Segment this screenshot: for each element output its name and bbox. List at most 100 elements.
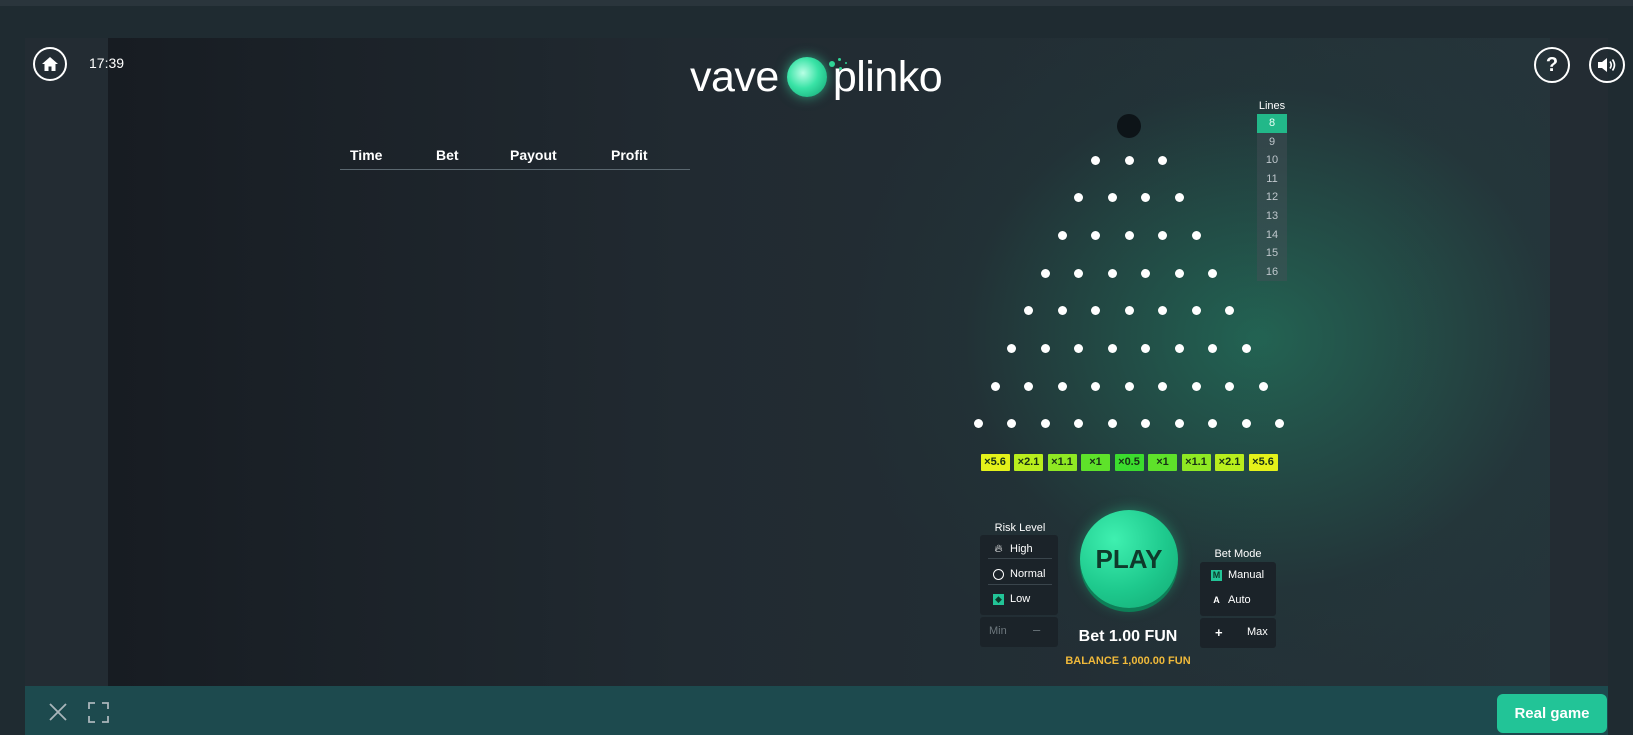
peg	[1091, 381, 1100, 391]
manual-label: Manual	[1228, 569, 1265, 581]
peg	[1191, 230, 1201, 240]
browser-top-strip	[0, 0, 1633, 6]
col-bet: Bet	[436, 147, 459, 163]
lines-option-11[interactable]: 11	[1257, 169, 1287, 189]
lines-title: Lines	[1258, 100, 1286, 112]
peg	[1040, 344, 1050, 353]
history-header-row: Time Bet Payout Profit	[340, 147, 690, 170]
fullscreen-icon	[88, 702, 109, 723]
risk-high-option[interactable]: 🔥︎ High	[993, 542, 1033, 556]
risk-normal-option[interactable]: Normal	[993, 568, 1045, 580]
home-button[interactable]	[33, 47, 67, 81]
lines-option-10[interactable]: 10	[1257, 151, 1287, 170]
multiplier-slot: ×5.6	[1248, 454, 1278, 471]
bet-min-button[interactable]: Min	[989, 625, 1007, 637]
flame-icon: 🔥︎	[994, 542, 1003, 555]
bet-history-table: Time Bet Payout Profit	[340, 147, 690, 170]
bet-mode-title: Bet Mode	[1214, 548, 1262, 560]
multiplier-slot: ×1	[1081, 454, 1110, 471]
lines-option-12[interactable]: 12	[1257, 188, 1287, 207]
question-icon: ?	[1545, 53, 1559, 76]
real-game-button[interactable]: Real game	[1497, 694, 1607, 733]
bet-mode-auto-option[interactable]: A Auto	[1211, 594, 1251, 606]
multiplier-slot: ×0.5	[1114, 454, 1144, 471]
peg	[1124, 230, 1134, 240]
peg	[1124, 381, 1134, 391]
help-button[interactable]: ?	[1534, 47, 1570, 83]
risk-normal-label: Normal	[1010, 568, 1046, 580]
peg	[1057, 230, 1067, 240]
logo-text-vave: vave	[690, 52, 779, 101]
bet-increase-button[interactable]: +	[1215, 625, 1223, 640]
multiplier-slot: ×1	[1148, 454, 1177, 471]
lines-selector: Lines 8 9 10 11 12 13 14 15 16	[1257, 100, 1287, 282]
game-area	[108, 38, 1550, 686]
manual-key-icon: M	[1211, 569, 1222, 581]
lines-option-15[interactable]: 15	[1257, 244, 1287, 263]
peg	[1107, 193, 1117, 203]
footer-bar	[25, 686, 1608, 735]
peg	[1057, 306, 1067, 316]
risk-low-label: Low	[1010, 593, 1031, 605]
multiplier-slot: ×1.1	[1047, 454, 1077, 471]
peg	[1241, 344, 1251, 353]
multiplier-slot: ×1.1	[1181, 454, 1211, 471]
lines-option-13[interactable]: 13	[1257, 206, 1287, 226]
peg	[1208, 268, 1218, 278]
multiplier-slot: ×2.1	[1215, 454, 1244, 471]
peg	[1174, 344, 1184, 353]
close-icon	[49, 703, 67, 721]
clock: 17:39	[89, 55, 125, 71]
logo-text-plinko: plinko	[832, 52, 943, 101]
sound-button[interactable]	[1589, 47, 1625, 83]
risk-high-label: High	[1010, 543, 1033, 555]
ball-dropper	[1117, 114, 1141, 138]
peg	[1258, 381, 1268, 391]
peg	[1107, 268, 1117, 278]
col-payout: Payout	[510, 147, 557, 163]
bet-max-button[interactable]: Max	[1247, 626, 1268, 638]
peg	[1225, 381, 1234, 391]
peg	[1040, 268, 1050, 278]
peg	[1191, 381, 1201, 391]
orb-icon	[786, 57, 847, 97]
balance: BALANCE 1,000.00 FUN	[1065, 655, 1191, 667]
peg	[1174, 268, 1184, 278]
home-icon	[42, 57, 58, 71]
fullscreen-button[interactable]	[88, 702, 109, 728]
bet-amount: Bet 1.00 FUN	[1078, 628, 1178, 645]
game-logo: vave plinko	[690, 52, 943, 102]
risk-low-option[interactable]: ◆ Low	[993, 593, 1030, 605]
flame-outline-icon	[993, 568, 1004, 580]
close-button[interactable]	[48, 702, 68, 727]
lines-option-16[interactable]: 16	[1257, 262, 1287, 282]
peg	[1158, 381, 1167, 391]
peg	[1158, 230, 1167, 240]
peg	[1074, 268, 1084, 278]
lines-option-14[interactable]: 14	[1257, 225, 1287, 245]
low-risk-icon: ◆	[993, 593, 1004, 605]
peg	[1124, 306, 1134, 316]
bet-mode-manual-option[interactable]: M Manual	[1211, 569, 1264, 581]
peg	[1091, 230, 1100, 240]
peg	[1107, 344, 1117, 353]
peg	[1141, 268, 1151, 278]
peg	[1091, 155, 1100, 165]
bet-decrease-button[interactable]: –	[1033, 622, 1040, 637]
peg	[1191, 306, 1201, 316]
peg	[1057, 381, 1067, 391]
risk-level-title: Risk Level	[994, 522, 1046, 534]
peg	[1158, 155, 1167, 165]
peg	[1174, 193, 1184, 203]
auto-key-icon: A	[1213, 595, 1220, 605]
lines-option-8[interactable]: 8	[1257, 114, 1287, 133]
peg	[990, 381, 1000, 391]
speaker-icon	[1598, 58, 1616, 72]
play-button[interactable]: PLAY	[1080, 510, 1178, 608]
lines-option-9[interactable]: 9	[1257, 132, 1287, 152]
auto-label: Auto	[1228, 594, 1251, 606]
col-profit: Profit	[611, 147, 648, 163]
multiplier-slot: ×5.6	[980, 454, 1010, 471]
peg	[1124, 155, 1134, 165]
multiplier-slot: ×2.1	[1014, 454, 1043, 471]
